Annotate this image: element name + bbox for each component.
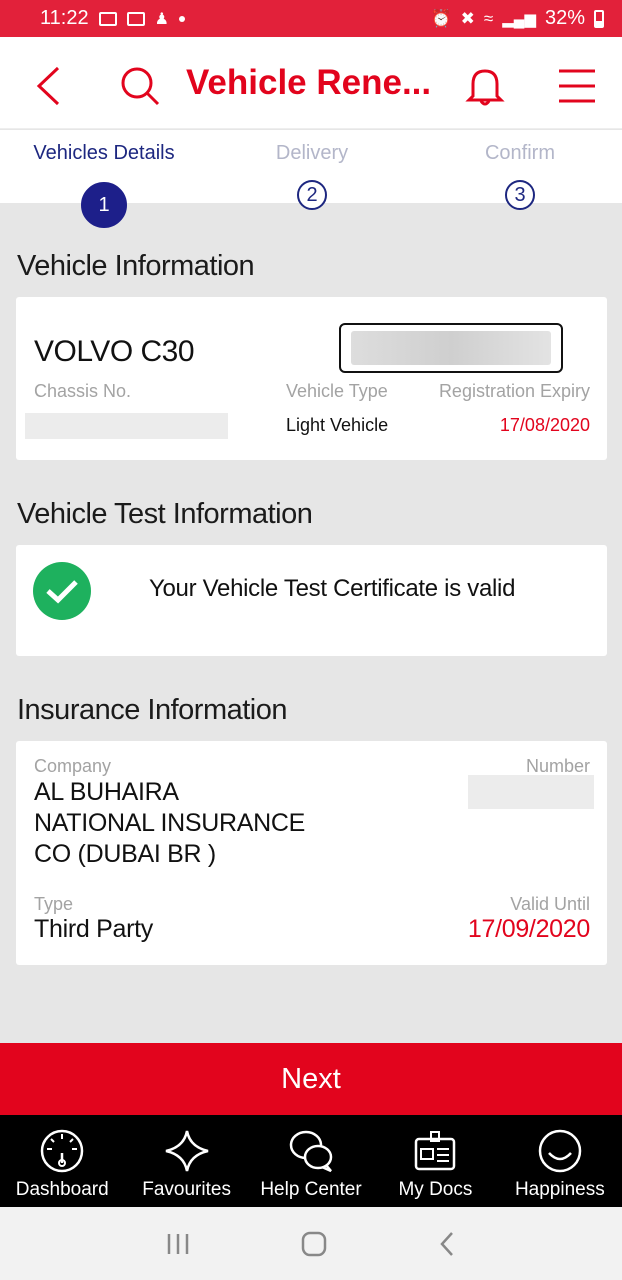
nav-favourites[interactable]: Favourites xyxy=(124,1115,248,1207)
next-button[interactable]: Next xyxy=(0,1043,622,1115)
nav-happiness[interactable]: Happiness xyxy=(498,1115,622,1207)
signal-icon: ▂▄▆ xyxy=(502,10,536,28)
vehicle-test-title: Vehicle Test Information xyxy=(17,498,313,530)
nav-help-center[interactable]: Help Center xyxy=(249,1115,373,1207)
registration-expiry-label: Registration Expiry xyxy=(438,381,590,401)
step-number: 3 xyxy=(505,180,535,210)
step-confirm: Confirm 3 xyxy=(420,130,620,210)
insurance-info-title: Insurance Information xyxy=(17,694,287,726)
vehicle-type-value: Light Vehicle xyxy=(286,415,389,435)
search-button[interactable] xyxy=(116,61,164,111)
nav-label: Help Center xyxy=(260,1179,362,1200)
insurance-type-label: Type xyxy=(34,894,74,914)
docs-icon xyxy=(415,1131,456,1171)
battery-percent: 32% xyxy=(544,7,585,29)
back-nav-icon[interactable] xyxy=(437,1230,457,1258)
nav-label: My Docs xyxy=(398,1179,473,1200)
bell-icon xyxy=(465,69,505,106)
vehicle-info-title: Vehicle Information xyxy=(17,250,255,282)
system-nav-bar xyxy=(0,1207,622,1280)
policy-number-label: Number xyxy=(525,756,590,776)
company-name-line: CO (DUBAI BR ) xyxy=(34,840,216,868)
page-title: Vehicle Rene... xyxy=(186,63,432,102)
progress-stepper: Vehicles Details 1 Delivery 2 Confirm 3 xyxy=(0,130,622,228)
step-vehicle-details: Vehicles Details 1 xyxy=(4,130,204,228)
step-label: Confirm xyxy=(484,142,555,164)
search-icon xyxy=(121,67,160,106)
vehicle-test-card: Your Vehicle Test Certificate is valid xyxy=(16,545,607,656)
registration-expiry-value: 17/08/2020 xyxy=(499,415,590,435)
insurance-type-value: Third Party xyxy=(34,915,153,943)
step-delivery: Delivery 2 xyxy=(212,130,412,210)
notifications-button[interactable] xyxy=(460,61,510,111)
vehicle-type-label: Vehicle Type xyxy=(286,381,388,401)
alarm-icon: ⏰ xyxy=(430,8,452,28)
app-header: Vehicle Rene... xyxy=(0,37,622,129)
chassis-redacted xyxy=(25,413,228,439)
more-notifications-icon xyxy=(178,15,185,22)
plate-number xyxy=(339,323,563,373)
step-number: 2 xyxy=(297,180,327,210)
valid-until-label: Valid Until xyxy=(510,894,590,914)
test-status-message: Your Vehicle Test Certificate is valid xyxy=(149,575,516,602)
step-number: 1 xyxy=(81,182,127,228)
nav-label: Dashboard xyxy=(15,1179,109,1200)
bottom-nav: Dashboard Favourites Help Center My Docs… xyxy=(0,1115,622,1207)
step-label: Vehicles Details xyxy=(33,142,175,164)
vehicle-name: VOLVO C30 xyxy=(34,335,195,368)
insurance-info-card: Company AL BUHAIRA NATIONAL INSURANCE CO… xyxy=(16,741,607,965)
company-name-line: AL BUHAIRA xyxy=(34,778,179,806)
battery-icon xyxy=(594,9,604,28)
policy-number-redacted xyxy=(468,775,594,809)
gmail-notification-icon xyxy=(126,11,145,26)
chat-icon xyxy=(289,1130,333,1173)
status-time: 11:22 xyxy=(40,7,89,29)
nav-my-docs[interactable]: My Docs xyxy=(373,1115,497,1207)
recent-apps-icon[interactable] xyxy=(165,1232,191,1256)
app-notification-icon: ♟ xyxy=(154,10,169,28)
gallery-notification-icon xyxy=(98,11,117,26)
check-icon xyxy=(33,562,91,620)
mute-icon: ✖ xyxy=(460,8,475,28)
nav-dashboard[interactable]: Dashboard xyxy=(0,1115,124,1207)
step-label: Delivery xyxy=(275,142,349,164)
dashboard-icon xyxy=(40,1129,84,1173)
wifi-icon: ≈ xyxy=(483,8,494,28)
nav-label: Favourites xyxy=(142,1179,231,1200)
status-bar: 11:22 ♟ ⏰ ✖ ≈ ▂▄▆ 32% xyxy=(0,0,622,37)
vehicle-info-card: VOLVO C30 Chassis No. Vehicle Type Light… xyxy=(16,297,607,460)
nav-label: Happiness xyxy=(514,1179,605,1200)
plate-redacted xyxy=(351,331,551,365)
smile-icon xyxy=(538,1129,582,1173)
home-icon[interactable] xyxy=(300,1230,328,1258)
menu-button[interactable] xyxy=(552,61,602,111)
company-name: AL BUHAIRA NATIONAL INSURANCE CO (DUBAI … xyxy=(34,777,334,870)
chassis-label: Chassis No. xyxy=(34,381,132,401)
chevron-left-icon xyxy=(36,66,60,106)
company-label: Company xyxy=(34,756,112,776)
star-icon xyxy=(165,1130,208,1172)
back-button[interactable] xyxy=(26,61,70,111)
valid-until-value: 17/09/2020 xyxy=(467,915,590,943)
company-name-line: NATIONAL INSURANCE xyxy=(34,809,306,837)
hamburger-menu-icon xyxy=(559,69,595,103)
